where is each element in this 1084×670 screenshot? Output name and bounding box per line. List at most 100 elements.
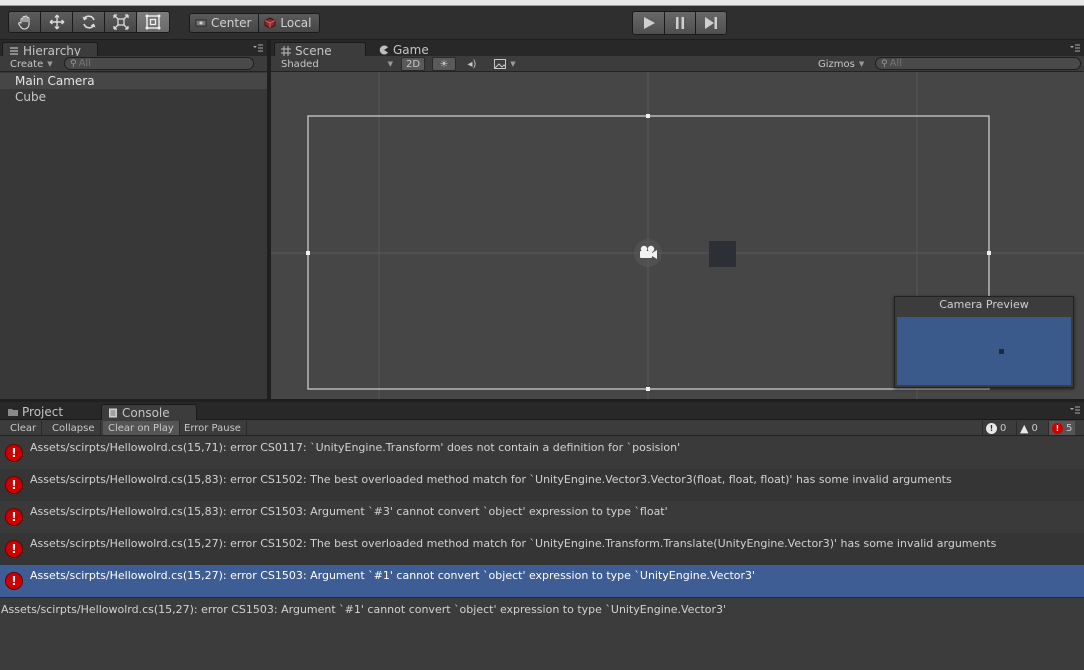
error-icon: !	[5, 508, 23, 526]
hierarchy-search: ⚲	[64, 57, 254, 70]
info-icon: !	[986, 422, 997, 434]
clear-on-play-toggle[interactable]: Clear on Play	[103, 421, 180, 435]
log-entry[interactable]: ! Assets/scirpts/Hellowolrd.cs(15,71): e…	[0, 437, 1084, 469]
pivot-center-label: Center	[211, 16, 252, 30]
speaker-icon: ◂)	[467, 58, 477, 70]
log-entry-text: Assets/scirpts/Hellowolrd.cs(15,83): err…	[30, 473, 952, 486]
scene-search: ⚲	[875, 57, 1081, 70]
log-entry-selected[interactable]: ! Assets/scirpts/Hellowolrd.cs(15,27): e…	[0, 565, 1084, 597]
scale-icon	[112, 14, 129, 30]
pivot-center-icon	[195, 19, 207, 27]
tab-console[interactable]: Console	[101, 404, 197, 420]
tab-console-label: Console	[122, 405, 170, 420]
tab-project-label: Project	[22, 405, 64, 419]
warning-count-toggle[interactable]: ▲ 0	[1016, 421, 1041, 435]
pause-button[interactable]	[664, 12, 695, 34]
mode-2d-toggle[interactable]: 2D	[401, 57, 425, 71]
step-icon	[705, 17, 717, 29]
image-effects-icon	[494, 59, 507, 69]
game-pacman-icon	[379, 45, 388, 55]
transform-tools	[8, 11, 170, 33]
search-icon: ⚲	[881, 58, 888, 69]
create-label: Create	[10, 58, 44, 70]
scene-effects-dropdown[interactable]: ▼	[488, 57, 522, 71]
hierarchy-item-main-camera[interactable]: Main Camera	[0, 73, 267, 89]
step-button[interactable]	[695, 12, 726, 34]
camera-preview-title: Camera Preview	[939, 298, 1029, 311]
pivot-center-button[interactable]: Center	[190, 14, 259, 32]
scene-toolbar: Shaded ▼ 2D ☀ ◂) ▼ Gizmos ▼ ⚲	[271, 56, 1084, 72]
move-icon	[49, 14, 64, 30]
rect-icon	[145, 14, 161, 30]
panel-menu-icon[interactable]	[1070, 44, 1080, 52]
console-log-list: ! Assets/scirpts/Hellowolrd.cs(15,71): e…	[0, 437, 1084, 597]
warning-count: 0	[1031, 422, 1038, 434]
error-icon: !	[1052, 422, 1063, 434]
camera-preview-window: Camera Preview	[894, 296, 1074, 388]
chevron-down-icon: ▼	[387, 60, 393, 68]
sun-icon: ☀	[439, 58, 449, 70]
play-button[interactable]	[633, 12, 664, 34]
shading-mode-label: Shaded	[281, 58, 319, 70]
playback-controls	[632, 11, 727, 35]
scene-lighting-toggle[interactable]: ☀	[432, 57, 456, 71]
pivot-local-button[interactable]: Local	[258, 14, 319, 32]
chevron-down-icon: ▼	[510, 60, 516, 68]
console-detail-pane: Assets/scirpts/Hellowolrd.cs(15,27): err…	[0, 597, 1084, 670]
pivot-local-label: Local	[280, 16, 312, 30]
chevron-down-icon: ▼	[47, 60, 53, 68]
camera-preview-render	[897, 317, 1071, 385]
log-entry-text: Assets/scirpts/Hellowolrd.cs(15,27): err…	[30, 569, 756, 582]
error-icon: !	[5, 444, 23, 462]
scene-audio-toggle[interactable]: ◂)	[460, 57, 484, 71]
console-toolbar: Clear Collapse Clear on Play Error Pause…	[0, 420, 1084, 436]
scene-grid-icon	[281, 45, 291, 56]
console-detail-text: Assets/scirpts/Hellowolrd.cs(15,27): err…	[1, 603, 727, 616]
camera-gizmo-icon[interactable]	[634, 239, 662, 267]
rotate-icon	[82, 15, 95, 29]
console-icon	[109, 408, 117, 417]
hierarchy-list: Main Camera Cube	[0, 73, 267, 399]
hand-tool-button[interactable]	[9, 12, 41, 32]
log-entry[interactable]: ! Assets/scirpts/Hellowolrd.cs(15,27): e…	[0, 533, 1084, 565]
error-icon: !	[5, 572, 23, 590]
rotate-tool-button[interactable]	[73, 12, 105, 32]
info-count: 0	[1000, 422, 1007, 434]
log-entry[interactable]: ! Assets/scirpts/Hellowolrd.cs(15,83): e…	[0, 469, 1084, 501]
pivot-toggles: Center Local	[189, 13, 320, 33]
log-entry-text: Assets/scirpts/Hellowolrd.cs(15,83): err…	[30, 505, 668, 518]
hierarchy-toolbar: Create ▼ ⚲	[0, 56, 267, 72]
panel-menu-icon[interactable]	[253, 44, 263, 52]
error-pause-toggle[interactable]: Error Pause	[179, 421, 247, 435]
move-tool-button[interactable]	[41, 12, 73, 32]
scene-viewport[interactable]: Camera Preview	[271, 72, 1084, 399]
panel-menu-icon[interactable]	[1070, 406, 1080, 414]
clear-button[interactable]: Clear	[5, 421, 43, 435]
hierarchy-list-icon	[10, 46, 18, 55]
gizmos-label: Gizmos	[818, 58, 855, 70]
folder-icon	[8, 409, 18, 416]
log-entry-text: Assets/scirpts/Hellowolrd.cs(15,71): err…	[30, 441, 681, 454]
scene-search-input[interactable]	[889, 58, 1080, 69]
error-icon: !	[5, 540, 23, 558]
tab-game-label: Game	[393, 43, 429, 57]
pause-icon	[676, 17, 684, 29]
info-count-toggle[interactable]: ! 0	[982, 421, 1009, 435]
cube-object[interactable]	[709, 241, 736, 267]
hierarchy-item-cube[interactable]: Cube	[0, 89, 267, 105]
tab-project[interactable]: Project	[2, 404, 94, 420]
gizmos-dropdown[interactable]: Gizmos ▼	[814, 57, 868, 71]
error-icon: !	[5, 476, 23, 494]
local-rotation-icon	[264, 17, 276, 29]
rect-tool-button[interactable]	[137, 12, 169, 32]
collapse-button[interactable]: Collapse	[47, 421, 101, 435]
log-entry[interactable]: ! Assets/scirpts/Hellowolrd.cs(15,83): e…	[0, 501, 1084, 533]
scale-tool-button[interactable]	[105, 12, 137, 32]
error-count-toggle[interactable]: ! 5	[1048, 421, 1076, 435]
log-entry-text: Assets/scirpts/Hellowolrd.cs(15,27): err…	[30, 537, 997, 550]
hierarchy-search-input[interactable]	[78, 58, 253, 69]
warning-icon: ▲	[1020, 421, 1029, 435]
chevron-down-icon: ▼	[858, 60, 865, 68]
create-dropdown[interactable]: Create ▼	[6, 57, 57, 71]
shading-mode-dropdown[interactable]: Shaded ▼	[277, 57, 397, 71]
